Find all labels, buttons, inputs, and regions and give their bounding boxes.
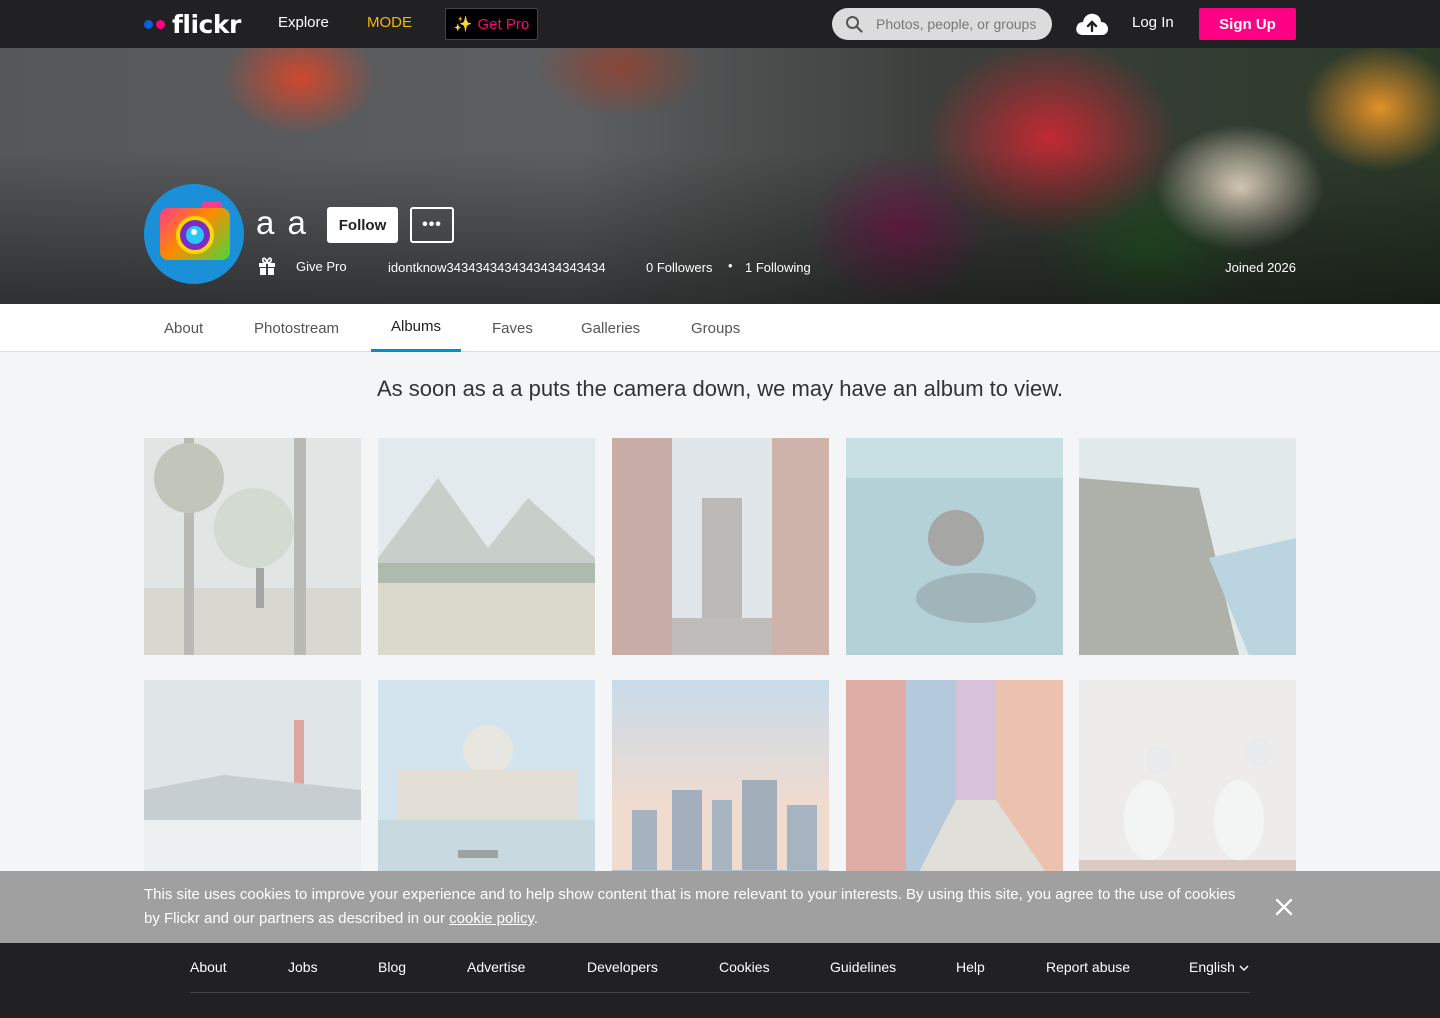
footer-links: About Jobs Blog Advertise Developers Coo… [190,943,1250,993]
tab-faves[interactable]: Faves [472,304,553,352]
language-selector[interactable]: English [1189,959,1249,975]
cookie-message: This site uses cookies to improve your e… [144,883,1254,931]
give-pro-link[interactable]: Give Pro [258,256,347,276]
footer-link-blog[interactable]: Blog [378,959,406,975]
cookie-text: This site uses cookies to improve your e… [144,886,1236,927]
search-icon [846,16,863,33]
joined-date: Joined 2026 [1225,260,1296,275]
placeholder-photo-birds [1079,680,1296,897]
close-icon[interactable] [1272,895,1296,919]
placeholder-photo-skyline [612,680,829,897]
get-pro-button[interactable]: ✨ Get Pro [445,8,538,40]
top-nav: flickr Explore MODE ✨ Get Pro Log In Sig… [0,0,1440,48]
cookie-text-end: . [533,910,539,927]
nav-explore-link[interactable]: Explore [278,14,329,31]
signup-button[interactable]: Sign Up [1199,8,1296,40]
logo-blue-dot [144,19,153,29]
profile-username: idontknow3434343434343434343434 [388,260,606,275]
gift-icon [259,257,275,275]
get-pro-label: Get Pro [477,15,530,33]
empty-albums-message: As soon as a a puts the camera down, we … [376,376,1064,401]
sparkle-icon: ✨ [453,16,473,33]
cookie-banner: This site uses cookies to improve your e… [0,871,1440,943]
placeholder-photo-mountains [378,438,595,655]
tab-photostream[interactable]: Photostream [234,304,359,352]
logo-wordmark: flickr [172,9,241,39]
give-pro-label: Give Pro [296,258,347,274]
footer-link-about[interactable]: About [190,959,227,975]
placeholder-photo-venice [378,680,595,897]
language-label: English [1189,959,1235,975]
placeholder-photo-snorkel [846,438,1063,655]
tab-albums[interactable]: Albums [371,304,462,352]
avatar[interactable] [144,184,244,284]
login-link[interactable]: Log In [1132,14,1174,31]
footer-link-report-abuse[interactable]: Report abuse [1046,959,1130,975]
follow-button[interactable]: Follow [327,207,398,243]
upload-cloud-icon[interactable] [1074,11,1110,37]
placeholder-photo-golden-gate [144,680,361,897]
profile-tabs: About Photostream Albums Faves Galleries… [0,304,1440,352]
footer-link-developers[interactable]: Developers [587,959,658,975]
footer: About Jobs Blog Advertise Developers Coo… [0,943,1440,1018]
profile-real-name: a a [256,204,308,241]
cookie-policy-link[interactable]: cookie policy [449,910,534,927]
meta-separator: • [728,258,733,273]
nav-mode-link[interactable]: MODE [367,14,412,31]
footer-link-advertise[interactable]: Advertise [467,959,525,975]
tab-groups[interactable]: Groups [671,304,760,352]
more-options-button[interactable]: ••• [410,207,454,243]
avatar-camera-lens-highlight [191,229,197,235]
footer-link-jobs[interactable]: Jobs [288,959,318,975]
flickr-logo[interactable]: flickr [144,9,241,39]
following-count[interactable]: 1 Following [745,260,811,275]
chevron-down-icon [1239,965,1249,971]
tab-galleries[interactable]: Galleries [561,304,660,352]
footer-link-guidelines[interactable]: Guidelines [830,959,896,975]
search-box[interactable] [832,8,1052,40]
placeholder-photo-coast [1079,438,1296,655]
footer-link-cookies[interactable]: Cookies [719,959,770,975]
followers-count[interactable]: 0 Followers [646,260,712,275]
placeholder-photo-bridge-city [612,438,829,655]
search-input[interactable] [876,8,1046,40]
logo-pink-dot [156,19,165,29]
placeholder-photo-forest [144,438,361,655]
tab-about[interactable]: About [144,304,223,352]
placeholder-photo-colorful-street [846,680,1063,897]
footer-link-help[interactable]: Help [956,959,985,975]
